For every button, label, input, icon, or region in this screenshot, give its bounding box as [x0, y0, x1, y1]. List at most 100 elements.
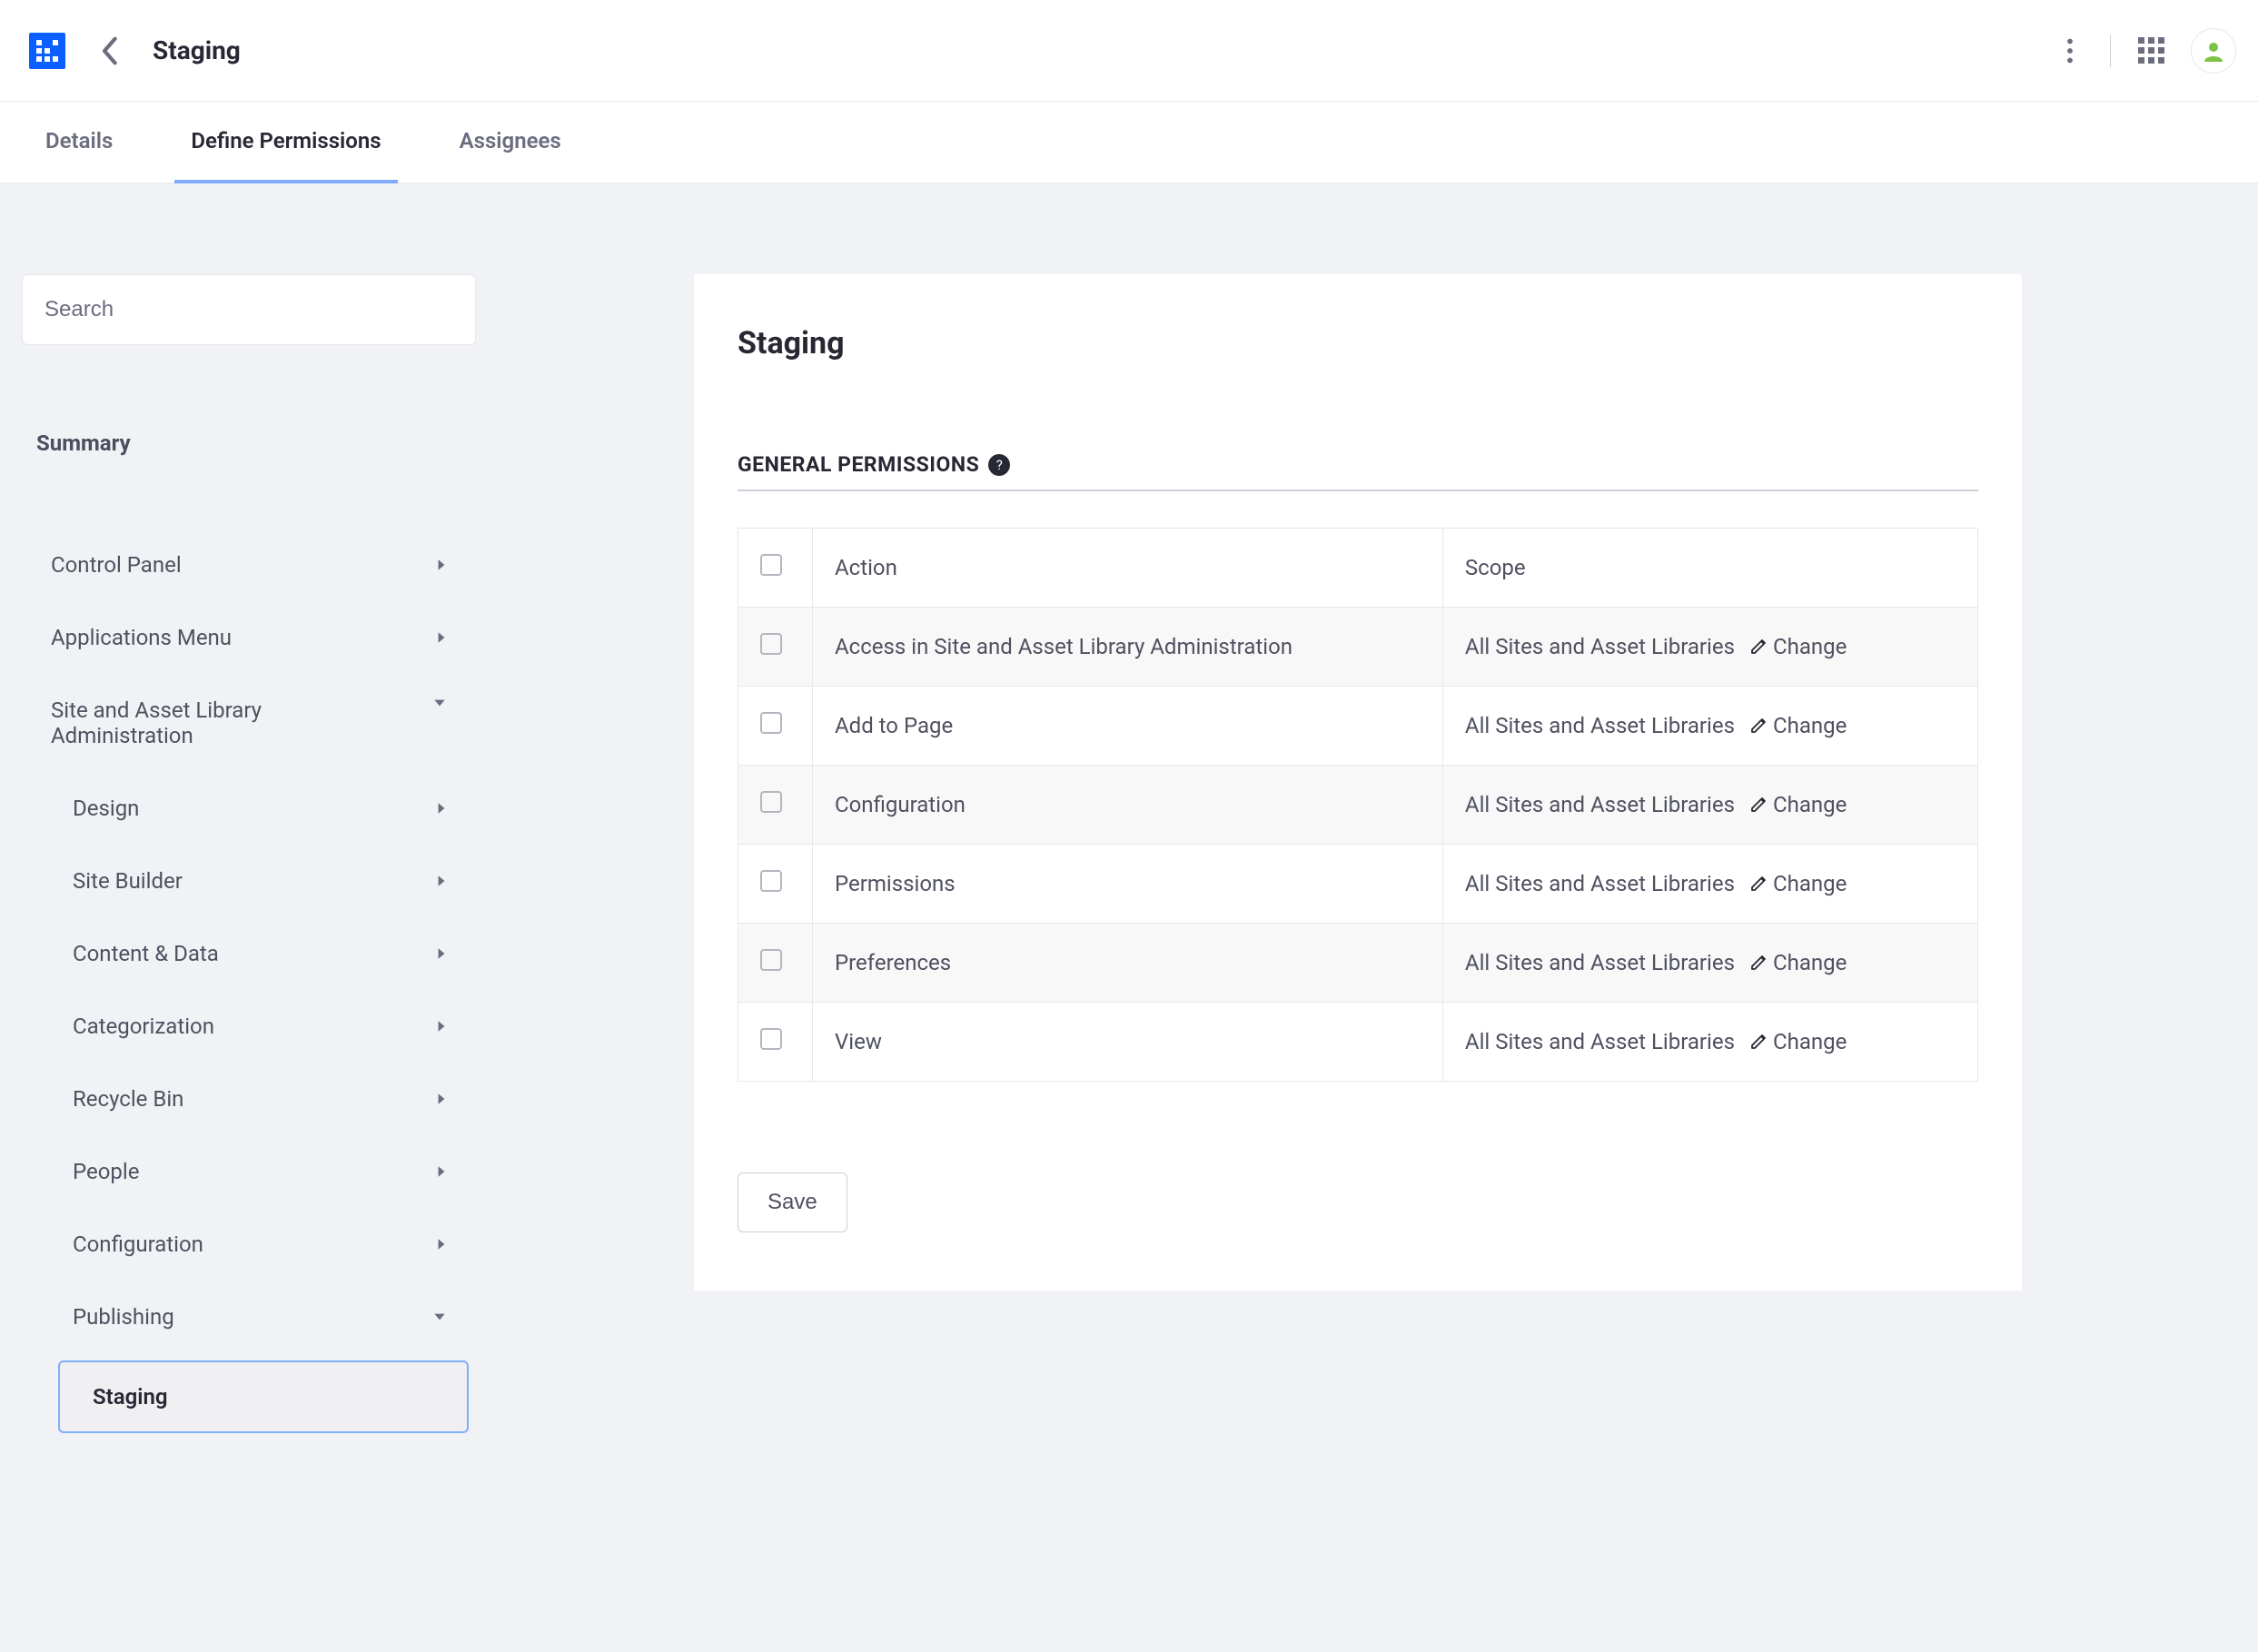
row-checkbox-cell: [738, 766, 813, 845]
change-scope-link[interactable]: Change: [1749, 792, 1847, 817]
row-checkbox[interactable]: [760, 870, 782, 892]
save-button[interactable]: Save: [738, 1172, 847, 1232]
sidebar-item-label: Recycle Bin: [73, 1086, 183, 1112]
permissions-table: Action Scope Access in Site and Asset Li…: [738, 528, 1978, 1082]
more-actions-button[interactable]: [2052, 33, 2088, 69]
caret-right-icon: [436, 630, 447, 645]
pencil-icon: [1749, 875, 1768, 893]
caret-right-icon: [436, 1019, 447, 1034]
sidebar-item-recycle-bin[interactable]: Recycle Bin: [51, 1063, 469, 1135]
sidebar-item-site-administration[interactable]: Site and Asset Library Administration: [29, 674, 469, 772]
pencil-icon: [1749, 1033, 1768, 1051]
sidebar-item-configuration[interactable]: Configuration: [51, 1208, 469, 1281]
sidebar-item-publishing[interactable]: Publishing: [51, 1281, 469, 1353]
change-scope-link[interactable]: Change: [1749, 871, 1847, 896]
search-input[interactable]: [22, 274, 476, 345]
topbar-left: Staging: [29, 33, 241, 69]
sidebar-item-label: Categorization: [73, 1014, 214, 1039]
pencil-icon: [1749, 954, 1768, 972]
sidebar-item-staging[interactable]: Staging: [58, 1360, 469, 1433]
scope-cell: All Sites and Asset Libraries Change: [1442, 766, 1977, 845]
caret-right-icon: [436, 1092, 447, 1106]
sidebar-item-label: Publishing: [73, 1304, 174, 1330]
sidebar-item-label: People: [73, 1159, 139, 1184]
sidebar-item-site-builder[interactable]: Site Builder: [51, 845, 469, 917]
change-scope-link[interactable]: Change: [1749, 950, 1847, 975]
topbar-right: [2052, 28, 2236, 74]
row-checkbox-cell: [738, 687, 813, 766]
sidebar-item-design[interactable]: Design: [51, 772, 469, 845]
sidebar-item-label: Configuration: [73, 1232, 203, 1257]
tab-define-permissions[interactable]: Define Permissions: [174, 102, 397, 183]
section-heading: GENERAL PERMISSIONS ?: [738, 452, 1978, 491]
app-logo[interactable]: [29, 33, 65, 69]
scope-text: All Sites and Asset Libraries: [1465, 634, 1735, 659]
help-icon[interactable]: ?: [988, 454, 1010, 476]
pencil-icon: [1749, 717, 1768, 735]
caret-right-icon: [436, 874, 447, 888]
table-row: Access in Site and Asset Library Adminis…: [738, 608, 1978, 687]
select-all-checkbox[interactable]: [760, 554, 782, 576]
row-checkbox[interactable]: [760, 791, 782, 813]
caret-right-icon: [436, 801, 447, 816]
row-checkbox[interactable]: [760, 1028, 782, 1050]
tab-details[interactable]: Details: [29, 102, 129, 183]
topbar: Staging: [0, 0, 2258, 102]
row-checkbox-cell: [738, 608, 813, 687]
row-checkbox[interactable]: [760, 949, 782, 971]
sidebar-item-categorization[interactable]: Categorization: [51, 990, 469, 1063]
sidebar-item-label: Site and Asset Library Administration: [51, 697, 323, 748]
scope-text: All Sites and Asset Libraries: [1465, 713, 1735, 738]
sidebar-item-label: Staging: [93, 1384, 168, 1410]
sidebar-item-applications-menu[interactable]: Applications Menu: [29, 601, 469, 674]
caret-right-icon: [436, 946, 447, 961]
apps-menu-button[interactable]: [2133, 33, 2169, 69]
row-checkbox[interactable]: [760, 633, 782, 655]
table-row: ViewAll Sites and Asset LibrariesChange: [738, 1003, 1978, 1082]
sidebar-item-label: Site Builder: [73, 868, 183, 894]
sidebar-item-content-data[interactable]: Content & Data: [51, 917, 469, 990]
change-scope-link[interactable]: Change: [1749, 713, 1847, 738]
body: Summary Control Panel Applications Menu …: [0, 183, 2258, 1524]
sidebar-summary-heading[interactable]: Summary: [22, 430, 476, 456]
sidebar-item-label: Content & Data: [73, 941, 219, 966]
caret-right-icon: [436, 1237, 447, 1251]
change-scope-link[interactable]: Change: [1749, 1029, 1847, 1054]
pencil-icon: [1749, 638, 1768, 656]
panel-title: Staging: [738, 325, 1978, 361]
table-row: Preferences All Sites and Asset Libraries…: [738, 924, 1978, 1003]
caret-down-icon: [432, 1311, 447, 1322]
sidebar-item-people[interactable]: People: [51, 1135, 469, 1208]
action-cell: Add to Page: [813, 687, 1443, 766]
caret-right-icon: [436, 1164, 447, 1179]
row-checkbox-cell: [738, 924, 813, 1003]
apps-grid-icon: [2138, 37, 2164, 64]
row-checkbox[interactable]: [760, 712, 782, 734]
select-all-header: [738, 529, 813, 608]
section-heading-text: GENERAL PERMISSIONS: [738, 452, 979, 477]
scope-cell: All Sites and Asset Libraries Change: [1442, 608, 1977, 687]
change-scope-link[interactable]: Change: [1749, 634, 1847, 659]
user-avatar-button[interactable]: [2191, 28, 2236, 74]
tab-bar: Details Define Permissions Assignees: [0, 102, 2258, 183]
sidebar-nav: Control Panel Applications Menu Site and…: [22, 529, 476, 1433]
scope-cell: All Sites and Asset Libraries Change: [1442, 687, 1977, 766]
tab-assignees[interactable]: Assignees: [443, 102, 578, 183]
pencil-icon: [1749, 796, 1768, 814]
sidebar: Summary Control Panel Applications Menu …: [22, 274, 476, 1433]
scope-cell: All Sites and Asset Libraries Change: [1442, 1003, 1977, 1082]
scope-text: All Sites and Asset Libraries: [1465, 950, 1735, 975]
scope-text: All Sites and Asset Libraries: [1465, 1029, 1735, 1054]
sidebar-item-label: Design: [73, 796, 139, 821]
action-cell: Access in Site and Asset Library Adminis…: [813, 608, 1443, 687]
row-checkbox-cell: [738, 1003, 813, 1082]
page-title: Staging: [153, 35, 241, 65]
action-cell: Configuration: [813, 766, 1443, 845]
action-cell: Preferences: [813, 924, 1443, 1003]
sidebar-item-control-panel[interactable]: Control Panel: [29, 529, 469, 601]
table-header-row: Action Scope: [738, 529, 1978, 608]
chevron-left-icon: [100, 35, 118, 66]
sidebar-item-label: Applications Menu: [51, 625, 232, 650]
back-button[interactable]: [91, 33, 127, 69]
scope-text: All Sites and Asset Libraries: [1465, 792, 1735, 817]
